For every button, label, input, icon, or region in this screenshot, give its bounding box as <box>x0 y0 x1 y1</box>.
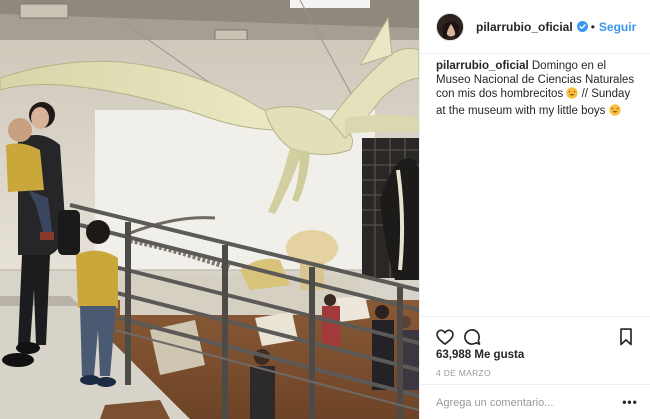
heart-eyes-emoji-icon <box>566 87 579 104</box>
post-actions: 63,988 Me gusta 4 DE MARZO ••• <box>420 316 650 419</box>
header-text: pilarrubio_oficial • Seguir <box>476 20 636 34</box>
profile-avatar[interactable] <box>436 12 464 41</box>
verified-badge-icon <box>576 21 588 32</box>
post-photo[interactable] <box>0 0 419 419</box>
caption-username[interactable]: pilarrubio_oficial <box>436 60 529 72</box>
post-date[interactable]: 4 DE MARZO <box>436 368 491 378</box>
likes-count[interactable]: 63,988 Me gusta <box>436 349 524 361</box>
speech-bubble-icon[interactable] <box>460 325 484 349</box>
comment-bar: ••• <box>420 384 650 419</box>
heart-eyes-emoji-icon <box>608 103 621 121</box>
action-buttons-row <box>436 325 636 349</box>
museum-photo-illustration <box>0 0 419 419</box>
post-side-panel: pilarrubio_oficial • Seguir pilarrubio_o… <box>419 0 650 419</box>
heart-icon[interactable] <box>433 325 457 349</box>
ellipsis-icon[interactable]: ••• <box>621 393 639 411</box>
post-header: pilarrubio_oficial • Seguir <box>420 0 650 54</box>
avatar-image <box>437 13 463 40</box>
follow-button[interactable]: Seguir <box>599 20 636 34</box>
post-caption: pilarrubio_oficial Domingo en el Museo N… <box>436 60 642 120</box>
header-username[interactable]: pilarrubio_oficial <box>476 20 573 34</box>
comment-input[interactable] <box>436 394 606 412</box>
bookmark-icon[interactable] <box>614 325 638 349</box>
header-separator: • <box>590 19 595 34</box>
